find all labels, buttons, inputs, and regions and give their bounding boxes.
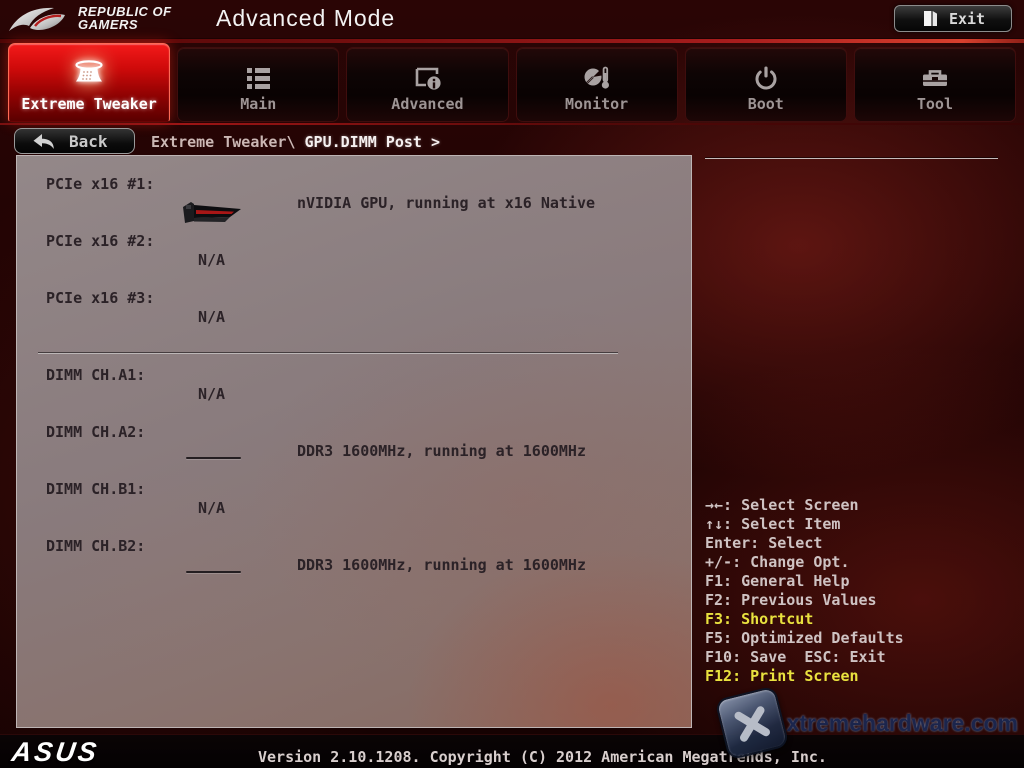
setting-label: PCIe x16 #1: [46, 175, 154, 193]
tab-label: Boot [748, 95, 784, 121]
tab-label: Tool [917, 95, 953, 121]
setting-row: DIMM CH.B1: N/A [17, 468, 691, 525]
asus-logo: ASUS [10, 737, 101, 768]
dimm-module [186, 457, 241, 459]
settings-panel: PCIe x16 #1: nVIDIA GPU, running at x16 … [16, 155, 692, 728]
top-bar: REPUBLIC OF GAMERS Advanced Mode Exit [0, 0, 1024, 38]
help-line: →←: Select Screen [705, 496, 1010, 515]
setting-label: DIMM CH.B2: [46, 537, 145, 555]
list-icon [178, 58, 338, 98]
tab-label: Extreme Tweaker [21, 95, 156, 121]
brand-text: REPUBLIC OF GAMERS [78, 5, 172, 31]
tab-label: Monitor [565, 95, 628, 121]
watermark-x-icon [714, 685, 789, 760]
exit-label: Exit [949, 10, 985, 28]
tab-advanced[interactable]: Advanced [346, 47, 508, 122]
exit-door-icon [921, 9, 939, 28]
help-line: F1: General Help [705, 572, 1010, 591]
tab-bar: Extreme Tweaker Main Advanced Monitor [8, 47, 1016, 122]
setting-label: PCIe x16 #3: [46, 289, 154, 307]
setting-label: DIMM CH.A2: [46, 423, 145, 441]
help-line: Enter: Select [705, 534, 1010, 553]
tab-extreme-tweaker[interactable]: Extreme Tweaker [8, 43, 170, 122]
power-icon [686, 58, 846, 98]
mode-title: Advanced Mode [216, 5, 395, 32]
gauge-icon [517, 58, 677, 98]
tab-label: Main [240, 95, 276, 121]
setting-note: DDR3 1600MHz, running at 1600MHz [297, 442, 586, 460]
back-arrow-icon [31, 132, 55, 150]
help-line: ↑↓: Select Item [705, 515, 1010, 534]
watermark-text: xtremehardware.com [787, 710, 1018, 737]
setting-value: N/A [198, 251, 225, 269]
setting-label: PCIe x16 #2: [46, 232, 154, 250]
setting-row: DIMM CH.B2: DDR3 1600MHz, running at 160… [17, 525, 691, 582]
help-line: F2: Previous Values [705, 591, 1010, 610]
bios-screen: REPUBLIC OF GAMERS Advanced Mode Exit [0, 0, 1024, 768]
help-panel: →←: Select Screen↑↓: Select ItemEnter: S… [705, 496, 1010, 686]
breadcrumb: Extreme Tweaker\ GPU.DIMM Post > [151, 133, 440, 151]
setting-row: DIMM CH.A1: N/A [17, 354, 691, 411]
setting-note: nVIDIA GPU, running at x16 Native [297, 194, 595, 212]
toolbox-icon [855, 58, 1015, 98]
help-line: F10: Save ESC: Exit [705, 648, 1010, 667]
watermark: xtremehardware.com [721, 692, 1018, 754]
help-line: +/-: Change Opt. [705, 553, 1010, 572]
tab-monitor[interactable]: Monitor [516, 47, 678, 122]
tab-main[interactable]: Main [177, 47, 339, 122]
back-label: Back [69, 132, 108, 151]
help-line: F3: Shortcut [705, 610, 1010, 629]
tab-boot[interactable]: Boot [685, 47, 847, 122]
setting-note: DDR3 1600MHz, running at 1600MHz [297, 556, 586, 574]
setting-value: N/A [198, 499, 225, 517]
setting-row: PCIe x16 #1: nVIDIA GPU, running at x16 … [17, 163, 691, 220]
setting-label: DIMM CH.A1: [46, 366, 145, 384]
setting-row: PCIe x16 #3: N/A [17, 277, 691, 334]
help-line: F12: Print Screen [705, 667, 1010, 686]
tweaker-icon [9, 54, 169, 94]
rog-eye-logo [8, 1, 72, 37]
tab-underline [0, 123, 1024, 125]
back-button[interactable]: Back [14, 128, 135, 154]
help-panel-divider [705, 158, 998, 159]
settings-list: PCIe x16 #1: nVIDIA GPU, running at x16 … [17, 156, 691, 582]
brand-line2: GAMERS [78, 18, 172, 31]
setting-label: DIMM CH.B1: [46, 480, 145, 498]
breadcrumb-parent[interactable]: Extreme Tweaker\ [151, 133, 305, 151]
breadcrumb-current: GPU.DIMM Post > [305, 133, 440, 151]
help-line: F5: Optimized Defaults [705, 629, 1010, 648]
exit-button[interactable]: Exit [894, 5, 1012, 32]
doc-info-icon [347, 58, 507, 98]
setting-value: N/A [198, 308, 225, 326]
tab-label: Advanced [391, 95, 463, 121]
setting-value: N/A [198, 385, 225, 403]
dimm-module [186, 571, 241, 573]
tab-tool[interactable]: Tool [854, 47, 1016, 122]
setting-row: DIMM CH.A2: DDR3 1600MHz, running at 160… [17, 411, 691, 468]
setting-row: PCIe x16 #2: N/A [17, 220, 691, 277]
